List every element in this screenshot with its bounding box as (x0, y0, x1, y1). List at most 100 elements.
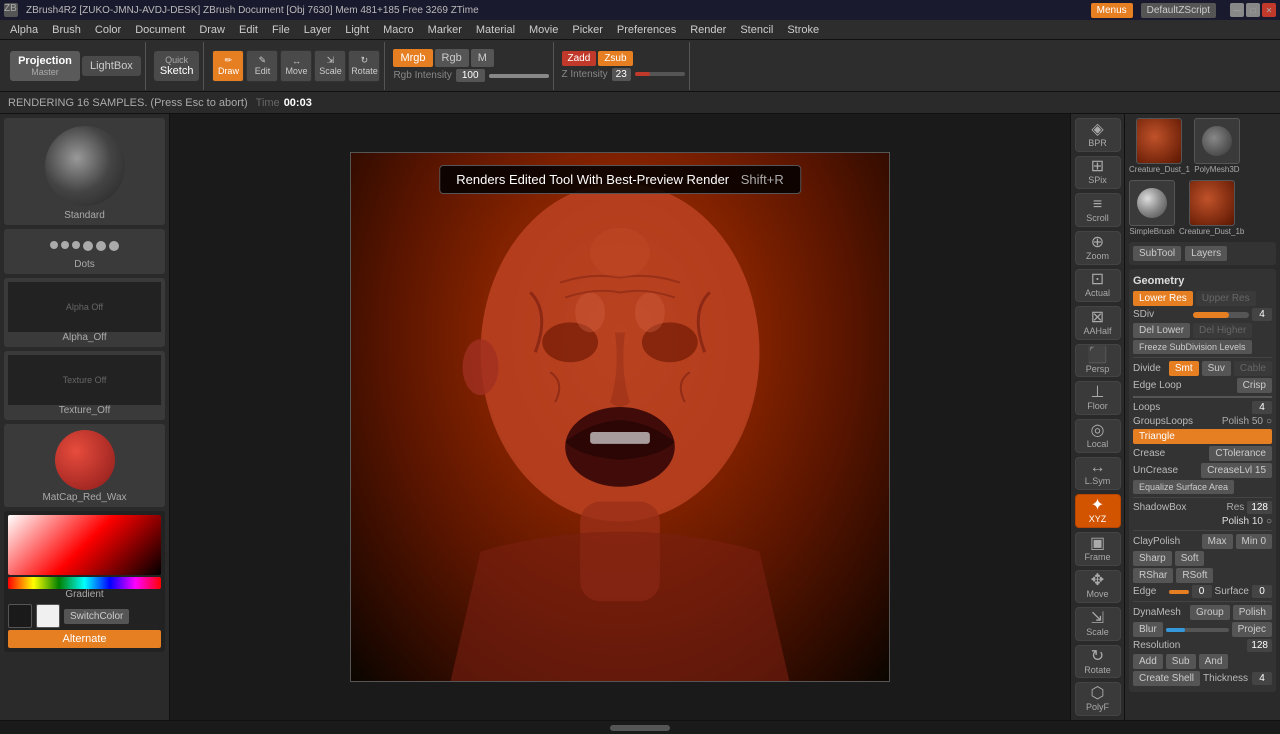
menu-layer[interactable]: Layer (298, 22, 338, 38)
thumb-creature-dust2[interactable] (1189, 180, 1235, 226)
brush-selector[interactable]: Standard (4, 118, 165, 225)
floor-button[interactable]: ⊥ Floor (1075, 381, 1121, 415)
menus-btn[interactable]: Menus (1091, 3, 1133, 18)
menu-material[interactable]: Material (470, 22, 521, 38)
edge-slider[interactable] (1169, 590, 1189, 594)
scale-rt-button[interactable]: ⇲ Scale (1075, 607, 1121, 641)
mrgb-button[interactable]: Mrgb (393, 49, 432, 67)
scroll-button[interactable]: ≡ Scroll (1075, 193, 1121, 227)
switch-color-button[interactable]: SwitchColor (64, 609, 129, 624)
aahalf-button[interactable]: ⊠ AAHalf (1075, 306, 1121, 340)
z-intensity-slider[interactable] (635, 72, 685, 76)
projection-master-button[interactable]: Projection Master (10, 51, 80, 81)
menu-document[interactable]: Document (129, 22, 191, 38)
equalize-button[interactable]: Equalize Surface Area (1133, 480, 1234, 494)
alpha-selector[interactable]: Alpha Off Alpha_Off (4, 278, 165, 347)
menu-brush[interactable]: Brush (46, 22, 87, 38)
and-button[interactable]: And (1199, 654, 1229, 669)
minimize-button[interactable]: — (1230, 3, 1244, 17)
bpr-button[interactable]: ◈ BPR (1075, 118, 1121, 152)
menu-light[interactable]: Light (339, 22, 375, 38)
polish-dm-button[interactable]: Polish (1233, 605, 1272, 620)
lower-res-button[interactable]: Lower Res (1133, 291, 1193, 306)
sub-button[interactable]: Sub (1166, 654, 1196, 669)
ctolerance-button[interactable]: CTolerance (1209, 446, 1272, 461)
swatch-white[interactable] (36, 604, 60, 628)
menu-color[interactable]: Color (89, 22, 127, 38)
thumb-creature-dust[interactable] (1136, 118, 1182, 164)
texture-selector[interactable]: Texture Off Texture_Off (4, 351, 165, 420)
geometry-title[interactable]: Geometry (1133, 273, 1272, 289)
del-lower-button[interactable]: Del Lower (1133, 323, 1190, 338)
sharp-button[interactable]: Sharp (1133, 551, 1172, 566)
local-button[interactable]: ◎ Local (1075, 419, 1121, 453)
persp-button[interactable]: ⬛ Persp (1075, 344, 1121, 378)
triangle-button[interactable]: Triangle (1133, 429, 1272, 444)
menu-draw[interactable]: Draw (193, 22, 231, 38)
edit-button[interactable]: ✎ Edit (246, 50, 278, 82)
smt-button[interactable]: Smt (1169, 361, 1199, 376)
thumb-polymesh[interactable] (1194, 118, 1240, 164)
xyz-button[interactable]: ✦ XYZ (1075, 494, 1121, 528)
crease-lvl-button[interactable]: CreaseLvl 15 (1201, 463, 1272, 478)
rgb-button[interactable]: Rgb (435, 49, 469, 67)
subtool-button[interactable]: SubTool (1133, 246, 1181, 261)
min-button[interactable]: Min 0 (1236, 534, 1272, 549)
menu-render[interactable]: Render (684, 22, 732, 38)
color-gradient[interactable] (8, 515, 161, 575)
quick-sketch-button[interactable]: Quick Sketch (154, 51, 200, 81)
soft-button[interactable]: Soft (1175, 551, 1205, 566)
menu-file[interactable]: File (266, 22, 296, 38)
suv-button[interactable]: Suv (1202, 361, 1231, 376)
stroke-selector[interactable]: Dots (4, 229, 165, 274)
freeze-button[interactable]: Freeze SubDivision Levels (1133, 340, 1252, 354)
rsoft-button[interactable]: RSoft (1176, 568, 1213, 583)
m-button[interactable]: M (471, 49, 494, 67)
rotate-tool-button[interactable]: ↻ Rotate (348, 50, 380, 82)
spix-button[interactable]: ⊞ SPix (1075, 156, 1121, 190)
color-hue-slider[interactable] (8, 577, 161, 589)
add-button[interactable]: Add (1133, 654, 1163, 669)
thumb-simplebrush[interactable] (1129, 180, 1175, 226)
actual-button[interactable]: ⊡ Actual (1075, 269, 1121, 303)
canvas-frame[interactable]: Renders Edited Tool With Best-Preview Re… (350, 152, 890, 682)
move-tool-button[interactable]: ↔ Move (280, 50, 312, 82)
alternate-button[interactable]: Alternate (8, 630, 161, 648)
lsym-button[interactable]: ↔ L.Sym (1075, 457, 1121, 491)
upper-res-button[interactable]: Upper Res (1196, 291, 1256, 306)
del-higher-button[interactable]: Del Higher (1193, 323, 1252, 338)
color-picker[interactable]: Gradient SwitchColor Alternate (4, 511, 165, 652)
menu-movie[interactable]: Movie (523, 22, 564, 38)
menu-preferences[interactable]: Preferences (611, 22, 682, 38)
frame-button[interactable]: ▣ Frame (1075, 532, 1121, 566)
rotate-rt-button[interactable]: ↻ Rotate (1075, 645, 1121, 679)
zsub-button[interactable]: Zsub (598, 51, 632, 66)
zadd-button[interactable]: Zadd (562, 51, 597, 66)
draw-button[interactable]: ✏ Draw (212, 50, 244, 82)
maximize-button[interactable]: □ (1246, 3, 1260, 17)
blur-slider[interactable] (1166, 628, 1229, 632)
create-shell-button[interactable]: Create Shell (1133, 671, 1200, 686)
max-button[interactable]: Max (1202, 534, 1233, 549)
sdiv-slider[interactable] (1193, 312, 1250, 318)
move-rt-button[interactable]: ✥ Move (1075, 570, 1121, 604)
blur-button[interactable]: Blur (1133, 622, 1163, 637)
crisp-button[interactable]: Crisp (1237, 378, 1272, 393)
edge-loop-slider-track[interactable] (1133, 396, 1272, 398)
scale-button[interactable]: ⇲ Scale (314, 50, 346, 82)
rgb-intensity-slider[interactable] (489, 74, 549, 78)
group-button[interactable]: Group (1190, 605, 1230, 620)
layers-button[interactable]: Layers (1185, 246, 1227, 261)
swatch-black[interactable] (8, 604, 32, 628)
bottom-handle[interactable] (610, 725, 670, 731)
polyf-button[interactable]: ⬡ PolyF (1075, 682, 1121, 716)
rshar-button[interactable]: RShar (1133, 568, 1173, 583)
menu-picker[interactable]: Picker (566, 22, 609, 38)
menu-marker[interactable]: Marker (422, 22, 468, 38)
zoom-button[interactable]: ⊕ Zoom (1075, 231, 1121, 265)
menu-alpha[interactable]: Alpha (4, 22, 44, 38)
menu-edit[interactable]: Edit (233, 22, 264, 38)
cable-button[interactable]: Cable (1234, 361, 1272, 376)
menu-stencil[interactable]: Stencil (734, 22, 779, 38)
material-selector[interactable]: MatCap_Red_Wax (4, 424, 165, 507)
